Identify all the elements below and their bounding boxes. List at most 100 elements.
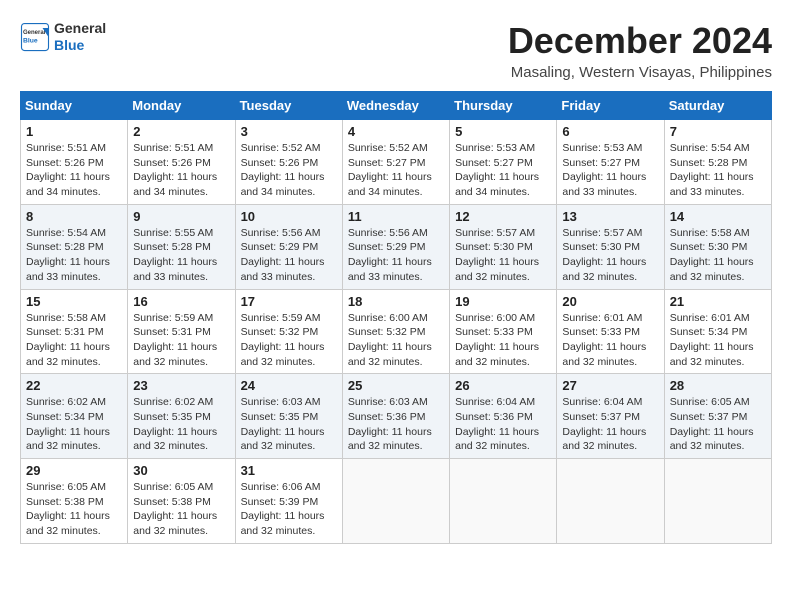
day-number: 30 [133,463,229,478]
calendar-cell: 26Sunrise: 6:04 AM Sunset: 5:36 PM Dayli… [450,374,557,459]
calendar-cell: 5Sunrise: 5:53 AM Sunset: 5:27 PM Daylig… [450,120,557,205]
day-number: 26 [455,378,551,393]
day-number: 21 [670,294,766,309]
calendar-cell: 10 Sunrise: 5:56 AM Sunset: 5:29 PM Dayli… [235,204,342,289]
day-detail: Sunrise: 6:03 AM Sunset: 5:35 PM Dayligh… [241,395,337,454]
calendar-cell: 14 Sunrise: 5:58 AM Sunset: 5:30 PM Dayli… [664,204,771,289]
calendar-cell: 30 Sunrise: 6:05 AM Sunset: 5:38 PM Dayli… [128,459,235,544]
svg-text:Blue: Blue [23,37,38,44]
day-detail: Sunrise: 6:00 AM Sunset: 5:33 PM Dayligh… [455,311,551,370]
day-detail: Sunrise: 6:03 AM Sunset: 5:36 PM Dayligh… [348,395,444,454]
day-detail: Sunrise: 5:51 AM Sunset: 5:26 PM Dayligh… [133,141,229,200]
day-detail: Sunrise: 5:55 AM Sunset: 5:28 PM Dayligh… [133,226,229,285]
day-detail: Sunrise: 6:00 AM Sunset: 5:32 PM Dayligh… [348,311,444,370]
day-number: 22 [26,378,122,393]
day-detail: Sunrise: 5:56 AM Sunset: 5:29 PM Dayligh… [348,226,444,285]
day-number: 28 [670,378,766,393]
day-detail: Sunrise: 6:05 AM Sunset: 5:37 PM Dayligh… [670,395,766,454]
day-detail: Sunrise: 6:06 AM Sunset: 5:39 PM Dayligh… [241,480,337,539]
calendar-cell: 18 Sunrise: 6:00 AM Sunset: 5:32 PM Dayli… [342,289,449,374]
day-detail: Sunrise: 5:58 AM Sunset: 5:30 PM Dayligh… [670,226,766,285]
calendar-cell: 27Sunrise: 6:04 AM Sunset: 5:37 PM Dayli… [557,374,664,459]
title-area: December 2024 Masaling, Western Visayas,… [508,20,772,81]
day-number: 31 [241,463,337,478]
logo-text: General Blue [54,20,106,54]
day-detail: Sunrise: 5:57 AM Sunset: 5:30 PM Dayligh… [455,226,551,285]
calendar-cell: 16 Sunrise: 5:59 AM Sunset: 5:31 PM Dayli… [128,289,235,374]
day-number: 12 [455,209,551,224]
logo: General Blue General Blue [20,20,106,54]
page-header: General Blue General Blue December 2024 … [20,20,772,81]
day-detail: Sunrise: 5:53 AM Sunset: 5:27 PM Dayligh… [455,141,551,200]
day-number: 19 [455,294,551,309]
calendar-cell: 22Sunrise: 6:02 AM Sunset: 5:34 PM Dayli… [21,374,128,459]
day-detail: Sunrise: 5:53 AM Sunset: 5:27 PM Dayligh… [562,141,658,200]
column-header-friday: Friday [557,92,664,120]
calendar-table: SundayMondayTuesdayWednesdayThursdayFrid… [20,91,772,544]
calendar-cell: 15 Sunrise: 5:58 AM Sunset: 5:31 PM Dayli… [21,289,128,374]
day-number: 11 [348,209,444,224]
logo-icon: General Blue [20,22,50,52]
day-number: 6 [562,124,658,139]
day-number: 23 [133,378,229,393]
day-detail: Sunrise: 5:56 AM Sunset: 5:29 PM Dayligh… [241,226,337,285]
column-header-sunday: Sunday [21,92,128,120]
day-detail: Sunrise: 5:59 AM Sunset: 5:32 PM Dayligh… [241,311,337,370]
column-header-monday: Monday [128,92,235,120]
calendar-cell: 6 Sunrise: 5:53 AM Sunset: 5:27 PM Daylig… [557,120,664,205]
svg-text:General: General [23,30,46,36]
day-number: 20 [562,294,658,309]
day-number: 18 [348,294,444,309]
calendar-week-2: 8Sunrise: 5:54 AM Sunset: 5:28 PM Daylig… [21,204,772,289]
calendar-cell: 21 Sunrise: 6:01 AM Sunset: 5:34 PM Dayli… [664,289,771,374]
subtitle: Masaling, Western Visayas, Philippines [508,64,772,81]
calendar-cell: 19 Sunrise: 6:00 AM Sunset: 5:33 PM Dayli… [450,289,557,374]
calendar-cell: 13Sunrise: 5:57 AM Sunset: 5:30 PM Dayli… [557,204,664,289]
calendar-header-row: SundayMondayTuesdayWednesdayThursdayFrid… [21,92,772,120]
day-detail: Sunrise: 5:59 AM Sunset: 5:31 PM Dayligh… [133,311,229,370]
calendar-cell: 20 Sunrise: 6:01 AM Sunset: 5:33 PM Dayli… [557,289,664,374]
logo-blue: Blue [54,37,84,53]
calendar-cell [342,459,449,544]
day-detail: Sunrise: 5:54 AM Sunset: 5:28 PM Dayligh… [26,226,122,285]
day-detail: Sunrise: 5:54 AM Sunset: 5:28 PM Dayligh… [670,141,766,200]
day-detail: Sunrise: 5:57 AM Sunset: 5:30 PM Dayligh… [562,226,658,285]
calendar-cell: 3 Sunrise: 5:52 AM Sunset: 5:26 PM Daylig… [235,120,342,205]
calendar-cell: 25 Sunrise: 6:03 AM Sunset: 5:36 PM Dayli… [342,374,449,459]
calendar-cell [557,459,664,544]
day-number: 10 [241,209,337,224]
day-number: 27 [562,378,658,393]
day-detail: Sunrise: 5:52 AM Sunset: 5:27 PM Dayligh… [348,141,444,200]
day-number: 15 [26,294,122,309]
column-header-saturday: Saturday [664,92,771,120]
calendar-cell: 31 Sunrise: 6:06 AM Sunset: 5:39 PM Dayli… [235,459,342,544]
main-title: December 2024 [508,20,772,62]
day-detail: Sunrise: 6:01 AM Sunset: 5:34 PM Dayligh… [670,311,766,370]
column-header-tuesday: Tuesday [235,92,342,120]
day-detail: Sunrise: 6:05 AM Sunset: 5:38 PM Dayligh… [133,480,229,539]
calendar-cell: 24 Sunrise: 6:03 AM Sunset: 5:35 PM Dayli… [235,374,342,459]
calendar-cell: 1Sunrise: 5:51 AM Sunset: 5:26 PM Daylig… [21,120,128,205]
day-detail: Sunrise: 6:01 AM Sunset: 5:33 PM Dayligh… [562,311,658,370]
calendar-cell: 12 Sunrise: 5:57 AM Sunset: 5:30 PM Dayli… [450,204,557,289]
column-header-wednesday: Wednesday [342,92,449,120]
day-number: 25 [348,378,444,393]
day-number: 16 [133,294,229,309]
calendar-cell: 4Sunrise: 5:52 AM Sunset: 5:27 PM Daylig… [342,120,449,205]
day-number: 1 [26,124,122,139]
calendar-week-4: 22Sunrise: 6:02 AM Sunset: 5:34 PM Dayli… [21,374,772,459]
calendar-week-1: 1 Sunrise: 5:51 AM Sunset: 5:26 PM Daylig… [21,120,772,205]
day-number: 14 [670,209,766,224]
calendar-cell: 2Sunrise: 5:51 AM Sunset: 5:26 PM Daylig… [128,120,235,205]
day-detail: Sunrise: 5:52 AM Sunset: 5:26 PM Dayligh… [241,141,337,200]
day-number: 24 [241,378,337,393]
day-detail: Sunrise: 6:02 AM Sunset: 5:35 PM Dayligh… [133,395,229,454]
calendar-cell [450,459,557,544]
day-number: 3 [241,124,337,139]
calendar-cell: 11 Sunrise: 5:56 AM Sunset: 5:29 PM Dayli… [342,204,449,289]
day-detail: Sunrise: 5:58 AM Sunset: 5:31 PM Dayligh… [26,311,122,370]
day-number: 17 [241,294,337,309]
logo-general: General [54,20,106,36]
day-number: 7 [670,124,766,139]
calendar-cell [664,459,771,544]
